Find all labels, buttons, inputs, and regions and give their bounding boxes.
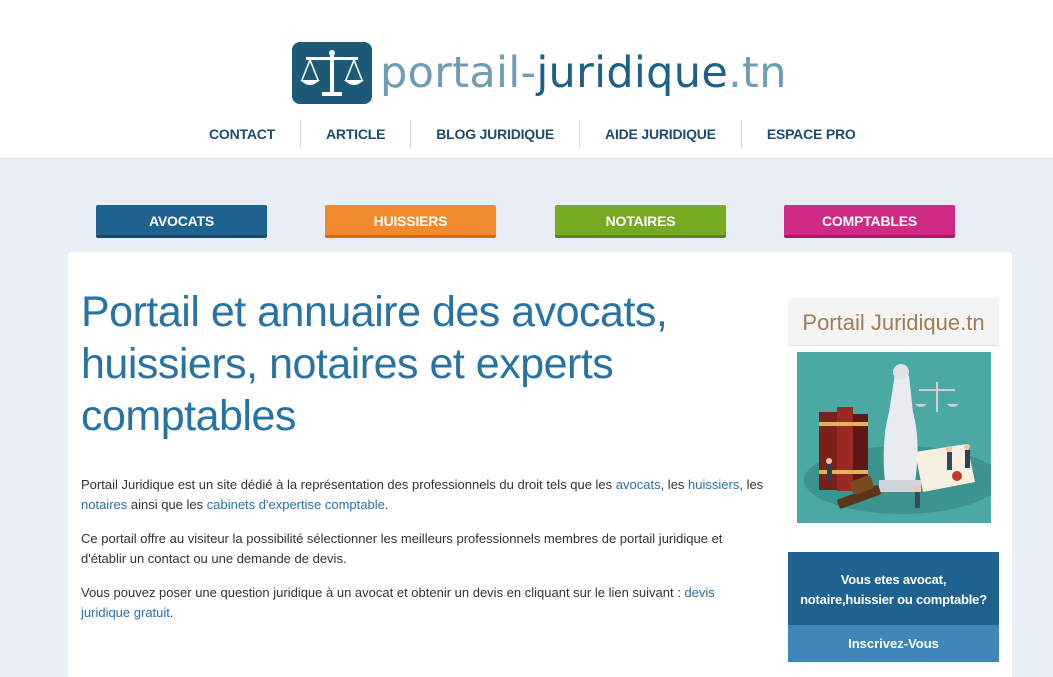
site-logo[interactable]: portail-juridique.tn [292,41,787,105]
expertise-comptable-link[interactable]: cabinets d'expertise comptable [207,497,385,512]
intro-text-1: Portail Juridique est un site dédié à la… [81,477,616,492]
nav-article[interactable]: ARTICLE [300,120,410,148]
logo-text-portail: portail- [380,47,537,98]
nav-espace-pro[interactable]: ESPACE PRO [740,120,881,148]
logo-text-juridique: juridique [536,47,729,98]
avocats-link[interactable]: avocats [616,477,661,492]
signup-cta-text: Vous etes avocat, notaire,huissier ou co… [788,552,999,625]
category-notaires-button[interactable]: NOTAIRES [555,205,726,238]
page-title: Portail et annuaire des avocats, huissie… [81,288,668,440]
main-nav: CONTACT ARTICLE BLOG JURIDIQUE AIDE JURI… [184,120,881,148]
intro-text-4: ainsi que les [127,497,207,512]
nav-aide-juridique[interactable]: AIDE JURIDIQUE [579,120,741,148]
question-paragraph: Vous pouvez poser une question juridique… [81,583,766,623]
logo-wordmark: portail-juridique.tn [380,51,787,95]
sidebar-title: Portail Juridique.tn [788,298,999,346]
scales-of-justice-icon [292,42,372,104]
category-comptables-button[interactable]: COMPTABLES [784,205,955,238]
intro-text-5: . [384,497,389,512]
nav-contact[interactable]: CONTACT [184,120,300,148]
signup-button[interactable]: Inscrivez-Vous [788,625,999,662]
notaires-link[interactable]: notaires [81,497,127,512]
category-huissiers-button[interactable]: HUISSIERS [325,205,496,238]
logo-text-tn: .tn [728,47,787,98]
portal-description-paragraph: Ce portail offre au visiteur la possibil… [81,531,723,566]
huissiers-link[interactable]: huissiers [688,477,739,492]
signup-cta-box: Vous etes avocat, notaire,huissier ou co… [788,552,999,662]
question-text-2: . [169,605,174,620]
category-avocats-button[interactable]: AVOCATS [96,205,267,238]
intro-text-3: , les [739,477,764,492]
intro-paragraph: Portail Juridique est un site dédié à la… [81,475,766,515]
nav-blog-juridique[interactable]: BLOG JURIDIQUE [410,120,579,148]
site-header: portail-juridique.tn CONTACT ARTICLE BLO… [0,0,1053,159]
lady-justice-illustration [797,352,991,523]
question-text-1: Vous pouvez poser une question juridique… [81,585,685,600]
intro-text-2: , les [660,477,689,492]
